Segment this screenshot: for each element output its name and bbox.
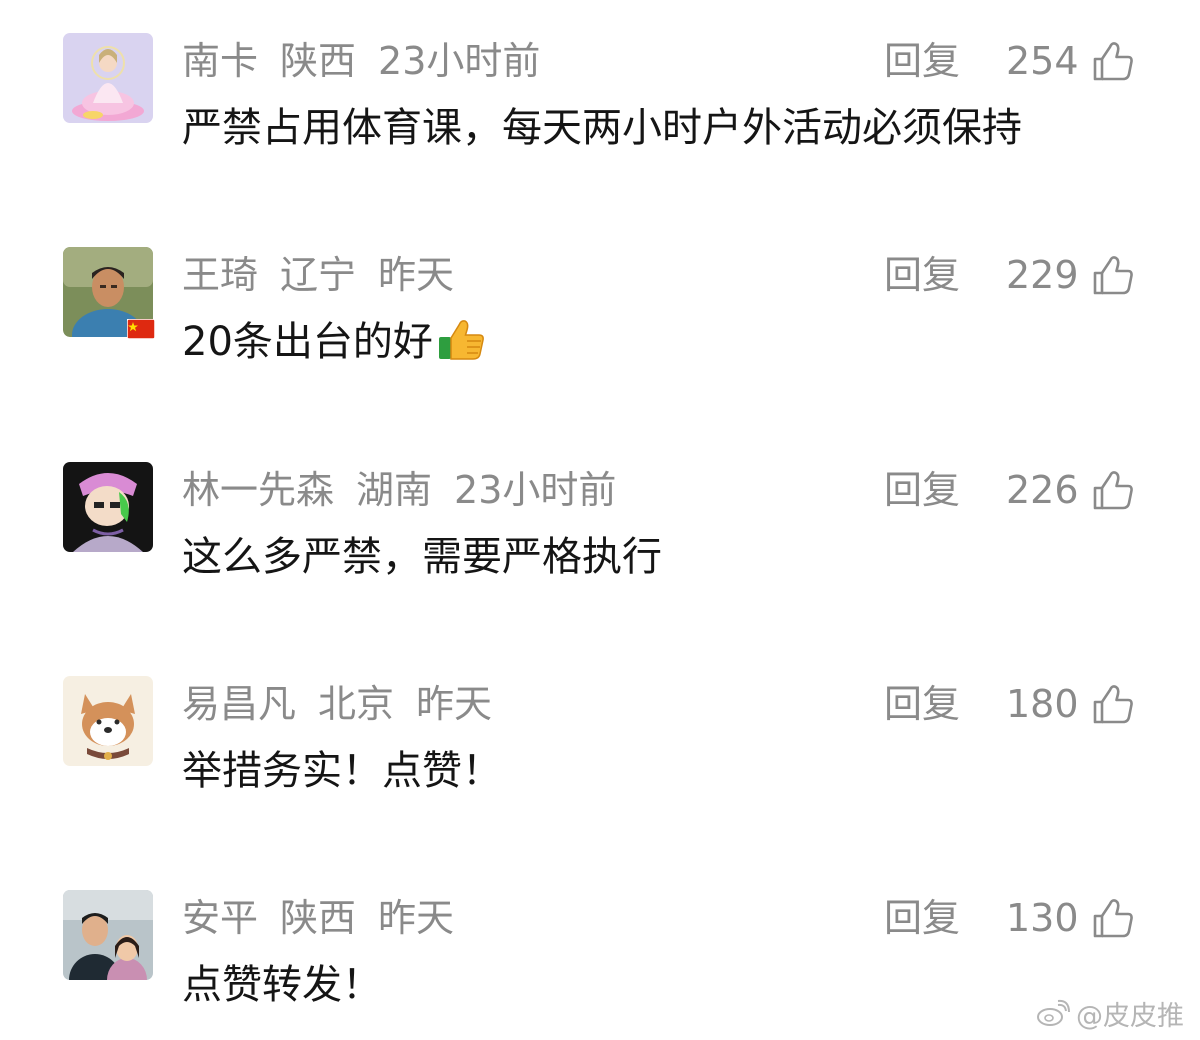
timestamp: 昨天	[378, 253, 455, 297]
like-button[interactable]: 180	[1006, 679, 1135, 729]
like-button[interactable]: 130	[1006, 893, 1135, 943]
shiba-dog-avatar-icon[interactable]	[63, 676, 153, 766]
username[interactable]: 南卡	[182, 39, 258, 83]
location: 湖南	[356, 468, 433, 512]
comment-text: 严禁占用体育课，每天两小时户外活动必须保持	[182, 105, 1022, 151]
weibo-logo-icon	[1037, 999, 1070, 1026]
comment-meta: 王琦 辽宁 昨天	[182, 250, 454, 300]
thumbs-up-icon	[1093, 685, 1133, 724]
thumbs-up-icon	[1093, 42, 1133, 81]
location: 辽宁	[280, 253, 357, 297]
reply-button[interactable]: 回复	[884, 679, 960, 729]
thumbs-up-icon	[1093, 471, 1133, 510]
comment-meta: 林一先森 湖南 23小时前	[182, 465, 616, 515]
goddess-avatar-icon[interactable]	[63, 33, 153, 123]
comment-text-content: 20条出台的好	[182, 319, 433, 365]
location: 陕西	[280, 39, 357, 83]
like-count: 180	[1006, 682, 1079, 726]
man-photo-avatar-icon[interactable]	[63, 247, 155, 339]
comment-text: 这么多严禁，需要严格执行	[182, 534, 662, 580]
reply-button[interactable]: 回复	[884, 465, 960, 515]
comment-item: 王琦 辽宁 昨天 20条出台的好 回复 229	[0, 247, 1200, 397]
like-count: 130	[1006, 896, 1079, 940]
watermark: @皮皮推	[1036, 996, 1184, 1032]
like-button[interactable]: 226	[1006, 465, 1135, 515]
location: 陕西	[280, 896, 357, 940]
cartoon-character-avatar-icon[interactable]	[63, 462, 153, 552]
thumbs-up-icon	[1093, 256, 1133, 295]
like-count: 226	[1006, 468, 1079, 512]
comment-meta: 安平 陕西 昨天	[182, 893, 454, 943]
reply-button[interactable]: 回复	[884, 893, 960, 943]
like-button[interactable]: 254	[1006, 36, 1135, 86]
comment-text: 点赞转发！	[182, 962, 382, 1008]
timestamp: 23小时前	[454, 468, 617, 512]
like-count: 229	[1006, 253, 1079, 297]
location: 北京	[318, 682, 395, 726]
like-button[interactable]: 229	[1006, 250, 1135, 300]
timestamp: 23小时前	[378, 39, 541, 83]
comment-meta: 易昌凡 北京 昨天	[182, 679, 492, 729]
comment-text: 举措务实！点赞！	[182, 748, 502, 794]
comment-item: 林一先森 湖南 23小时前 这么多严禁，需要严格执行 回复 226	[0, 462, 1200, 612]
reply-button[interactable]: 回复	[884, 36, 960, 86]
comment-item: 南卡 陕西 23小时前 严禁占用体育课，每天两小时户外活动必须保持 回复 254	[0, 33, 1200, 183]
timestamp: 昨天	[378, 896, 455, 940]
family-photo-avatar-icon[interactable]	[63, 890, 153, 980]
thumbs-up-emoji	[438, 320, 484, 360]
username[interactable]: 安平	[182, 896, 258, 940]
watermark-text: @皮皮推	[1076, 1000, 1184, 1032]
username[interactable]: 林一先森	[182, 468, 334, 512]
china-flag-icon	[127, 319, 155, 339]
comment-meta: 南卡 陕西 23小时前	[182, 36, 540, 86]
thumbs-up-icon	[1093, 899, 1133, 938]
username[interactable]: 王琦	[182, 253, 258, 297]
username[interactable]: 易昌凡	[182, 682, 296, 726]
comment-text: 20条出台的好	[182, 315, 485, 369]
comment-item: 易昌凡 北京 昨天 举措务实！点赞！ 回复 180	[0, 676, 1200, 826]
reply-button[interactable]: 回复	[884, 250, 960, 300]
comment-item: 安平 陕西 昨天 点赞转发！ 回复 130	[0, 890, 1200, 1040]
like-count: 254	[1006, 39, 1079, 83]
timestamp: 昨天	[416, 682, 493, 726]
